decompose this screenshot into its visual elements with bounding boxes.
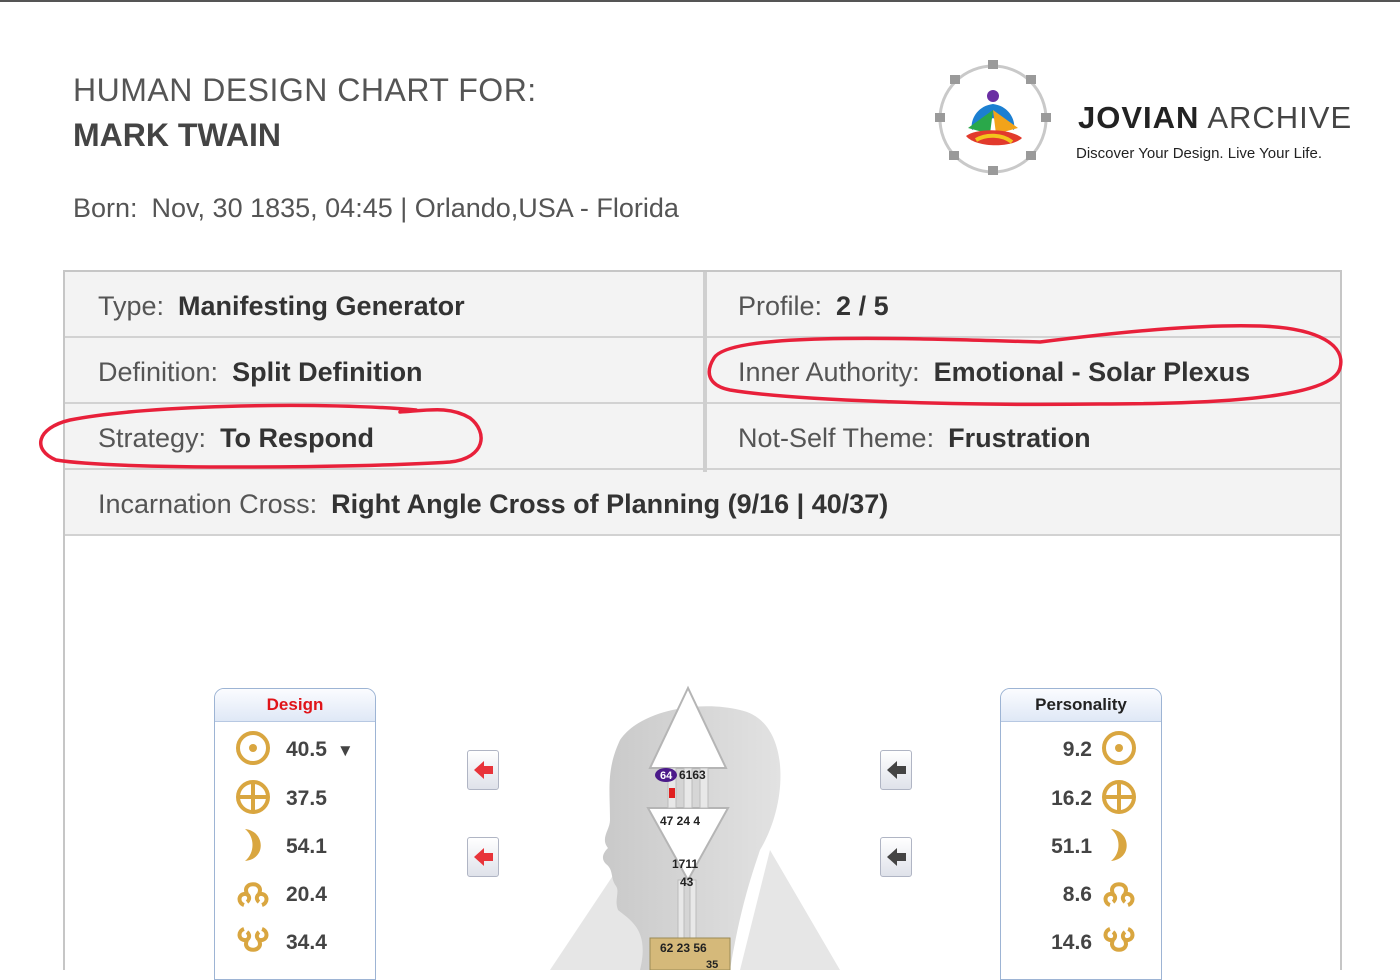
personality-row-moon: 51.1 [1051, 835, 1092, 858]
design-arrow-button-bottom[interactable] [467, 837, 499, 877]
earth-icon [236, 780, 270, 814]
incarnation-cross-cell: Incarnation Cross: Right Angle Cross of P… [98, 489, 889, 519]
personality-arrow-button-bottom[interactable] [880, 837, 912, 877]
sun-icon [236, 731, 270, 765]
info-row-4: Incarnation Cross: Right Angle Cross of P… [65, 470, 1340, 536]
left-arrow-icon [887, 848, 906, 866]
person-name: MARK TWAIN [73, 117, 281, 153]
left-arrow-icon [887, 761, 906, 779]
personality-arrow-button-top[interactable] [880, 750, 912, 790]
strategy-value: To Respond [220, 423, 375, 453]
inner-authority-value: Emotional - Solar Plexus [933, 357, 1251, 387]
design-row-sun: 40.5 ▼ [286, 738, 354, 761]
design-row-moon: 54.1 [286, 835, 327, 858]
born-value: Nov, 30 1835, 04:45 | Orlando,USA - Flor… [151, 193, 679, 223]
north-node-icon [1103, 882, 1135, 907]
ajna-gates-lower-2: 43 [680, 875, 694, 889]
brand-name: JOVIAN ARCHIVE [1078, 100, 1353, 135]
definition-value: Split Definition [232, 357, 423, 387]
ajna-gates-text: 47 24 4 [660, 814, 700, 828]
top-border [0, 0, 1400, 2]
birth-info: Born: Nov, 30 1835, 04:45 | Orlando,USA -… [73, 193, 679, 224]
sun-icon [1102, 731, 1136, 765]
incarnation-cross-value: Right Angle Cross of Planning (9/16 | 40… [331, 489, 889, 519]
not-self-theme-cell: Not-Self Theme: Frustration [738, 423, 1091, 453]
design-panel-title: Design [215, 689, 375, 722]
profile-value: 2 / 5 [836, 291, 889, 321]
type-value: Manifesting Generator [178, 291, 465, 321]
born-label: Born: [73, 193, 138, 223]
profile-cell: Profile: 2 / 5 [738, 291, 889, 321]
design-row-north-node: 20.4 [286, 883, 327, 906]
design-row-earth: 37.5 [286, 787, 327, 810]
bodygraph-chart: 64 6163 47 24 4 1711 43 62 23 56 35 [550, 685, 840, 970]
moon-icon [245, 829, 261, 861]
moon-icon [1111, 829, 1127, 861]
left-arrow-icon [474, 848, 493, 866]
personality-row-north-node: 8.6 [1062, 883, 1092, 906]
personality-row-south-node: 14.6 [1051, 931, 1092, 954]
design-arrow-button-top[interactable] [467, 750, 499, 790]
jovian-archive-logo-icon [935, 60, 1051, 175]
personality-row-sun: 9.2 [1062, 738, 1092, 761]
design-row-south-node: 34.4 [286, 931, 327, 954]
down-marker: ▼ [336, 741, 354, 760]
not-self-theme-value: Frustration [948, 423, 1091, 453]
body-silhouette-right [740, 850, 840, 970]
south-node-icon [237, 927, 269, 952]
definition-cell: Definition: Split Definition [98, 357, 423, 387]
brand-tagline: Discover Your Design. Live Your Life. [1076, 145, 1322, 162]
left-arrow-icon [474, 761, 493, 779]
throat-gates-text: 62 23 56 [660, 941, 707, 955]
column-divider [703, 272, 707, 472]
head-gate-badge-text: 64 [660, 770, 673, 782]
north-node-icon [237, 882, 269, 907]
chart-subtitle: HUMAN DESIGN CHART FOR: [73, 72, 537, 108]
ajna-gates-lower-1: 1711 [672, 857, 698, 871]
type-cell: Type: Manifesting Generator [98, 291, 465, 321]
earth-icon [1102, 780, 1136, 814]
head-gates-text: 6163 [679, 768, 706, 782]
personality-panel-title: Personality [1001, 689, 1161, 722]
south-node-icon [1103, 927, 1135, 952]
throat-gates-partial-text: 35 [706, 959, 718, 970]
personality-row-earth: 16.2 [1051, 787, 1092, 810]
strategy-cell: Strategy: To Respond [98, 423, 375, 453]
inner-authority-cell: Inner Authority: Emotional - Solar Plexus [738, 357, 1251, 387]
